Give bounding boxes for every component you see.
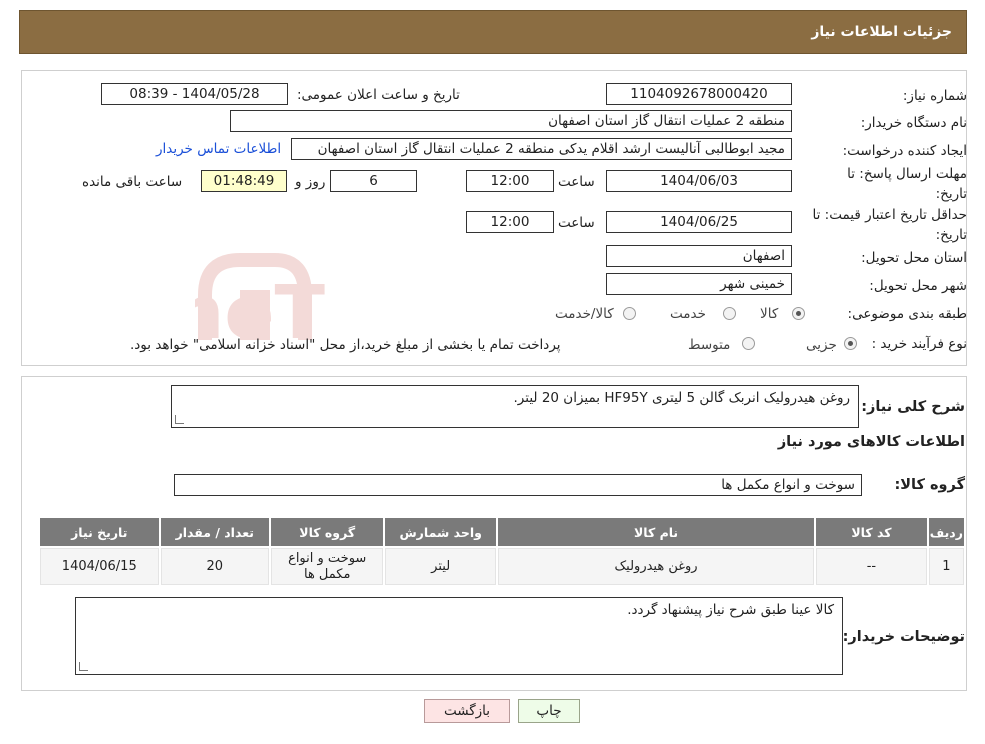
remaining-label: ساعت باقی مانده — [82, 174, 183, 190]
goods-group-label: گروه کالا: — [894, 477, 965, 493]
col-code: کد کالا — [816, 518, 927, 546]
city-label: شهر محل تحویل: — [869, 278, 967, 294]
back-button[interactable]: بازگشت — [424, 699, 510, 723]
deadline-time-field: 12:00 — [466, 170, 554, 192]
validity-label: حداقل تاریخ اعتبار قیمت: تا تاریخ: — [813, 205, 967, 245]
city-field: خمینی شهر — [606, 273, 792, 295]
validity-label-line2: تاریخ: — [935, 227, 967, 243]
category-radio-service[interactable] — [723, 307, 736, 320]
process-option-medium: متوسط — [688, 337, 731, 353]
validity-date-field: 1404/06/25 — [606, 211, 792, 233]
page-title: جزئیات اطلاعات نیاز — [811, 24, 952, 40]
deadline-label-line2: تاریخ: — [935, 186, 967, 202]
validity-label-line1: حداقل تاریخ اعتبار قیمت: تا — [812, 207, 967, 223]
buyer-notes-box: کالا عینا طبق شرح نیاز پیشنهاد گردد. — [75, 597, 843, 675]
category-option-both: کالا/خدمت — [555, 306, 614, 322]
days-field: 6 — [330, 170, 417, 192]
col-date: تاریخ نیاز — [40, 518, 159, 546]
cell-group: سوخت و انواع مکمل ها — [270, 548, 384, 585]
process-option-minor: جزیی — [806, 337, 837, 353]
deadline-label: مهلت ارسال پاسخ: تا تاریخ: — [847, 164, 967, 204]
col-unit: واحد شمارش — [385, 518, 496, 546]
cell-name: روغن هیدرولیک — [497, 548, 815, 585]
buyer-notes-text: کالا عینا طبق شرح نیاز پیشنهاد گردد. — [627, 602, 834, 618]
buyer-notes-label: توضیحات خریدار: — [842, 629, 965, 645]
process-radio-minor[interactable] — [844, 337, 857, 350]
col-name: نام کالا — [497, 518, 815, 546]
validity-time-field: 12:00 — [466, 211, 554, 233]
need-number-label: شماره نیاز: — [902, 88, 967, 104]
deadline-time-label: ساعت — [558, 174, 595, 190]
col-qty: تعداد / مقدار — [160, 518, 269, 546]
need-number-field: 1104092678000420 — [606, 83, 792, 105]
items-section-title: اطلاعات کالاهای مورد نیاز — [777, 434, 965, 450]
category-radio-goods[interactable] — [792, 307, 805, 320]
cell-unit: لیتر — [385, 548, 496, 585]
cell-date: 1404/06/15 — [40, 548, 159, 585]
announce-field: 1404/05/28 - 08:39 — [101, 83, 288, 105]
print-button[interactable]: چاپ — [518, 699, 580, 723]
days-label: روز و — [295, 174, 326, 190]
buyer-contact-link[interactable]: اطلاعات تماس خریدار — [156, 141, 281, 157]
announce-label: تاریخ و ساعت اعلان عمومی: — [297, 87, 460, 103]
cell-code: -- — [816, 548, 927, 585]
col-group: گروه کالا — [270, 518, 384, 546]
category-radio-both[interactable] — [623, 307, 636, 320]
table-row: 1 -- روغن هیدرولیک لیتر سوخت و انواع مکم… — [40, 548, 964, 585]
requester-label: ایجاد کننده درخواست: — [842, 143, 967, 159]
deadline-date-field: 1404/06/03 — [606, 170, 792, 192]
process-note: پرداخت تمام یا بخشی از مبلغ خرید،از محل … — [130, 337, 561, 353]
validity-time-label: ساعت — [558, 215, 595, 231]
col-row: ردیف — [928, 518, 964, 546]
category-label: طبقه بندی موضوعی: — [847, 306, 967, 322]
process-radio-medium[interactable] — [742, 337, 755, 350]
requester-field: مجید ابوطالبی آنالیست ارشد اقلام یدکی من… — [291, 138, 792, 160]
buyer-org-label: نام دستگاه خریدار: — [860, 115, 967, 131]
deadline-label-line1: مهلت ارسال پاسخ: تا — [847, 166, 967, 182]
province-label: استان محل تحویل: — [861, 250, 967, 266]
need-description-text: روغن هیدرولیک انربک گالن 5 لیتری HF95Y ب… — [513, 390, 850, 406]
goods-group-field: سوخت و انواع مکمل ها — [174, 474, 862, 496]
category-option-goods: کالا — [760, 306, 779, 322]
category-option-service: خدمت — [670, 306, 706, 322]
items-table-header: ردیف کد کالا نام کالا واحد شمارش گروه کا… — [40, 518, 964, 546]
need-description-label: شرح کلی نیاز: — [861, 399, 965, 415]
process-label: نوع فرآیند خرید : — [871, 336, 967, 352]
buyer-org-field: منطقه 2 عملیات انتقال گاز استان اصفهان — [230, 110, 792, 132]
remaining-time-field: 01:48:49 — [201, 170, 287, 192]
province-field: اصفهان — [606, 245, 792, 267]
resize-grip-icon[interactable] — [79, 662, 88, 671]
need-description-box: روغن هیدرولیک انربک گالن 5 لیتری HF95Y ب… — [171, 385, 859, 428]
items-table-wrap: ردیف کد کالا نام کالا واحد شمارش گروه کا… — [38, 516, 966, 587]
cell-qty: 20 — [160, 548, 269, 585]
resize-grip-icon[interactable] — [175, 415, 184, 424]
cell-row: 1 — [928, 548, 964, 585]
page-header: جزئیات اطلاعات نیاز — [19, 10, 967, 54]
items-table: ردیف کد کالا نام کالا واحد شمارش گروه کا… — [38, 516, 966, 587]
